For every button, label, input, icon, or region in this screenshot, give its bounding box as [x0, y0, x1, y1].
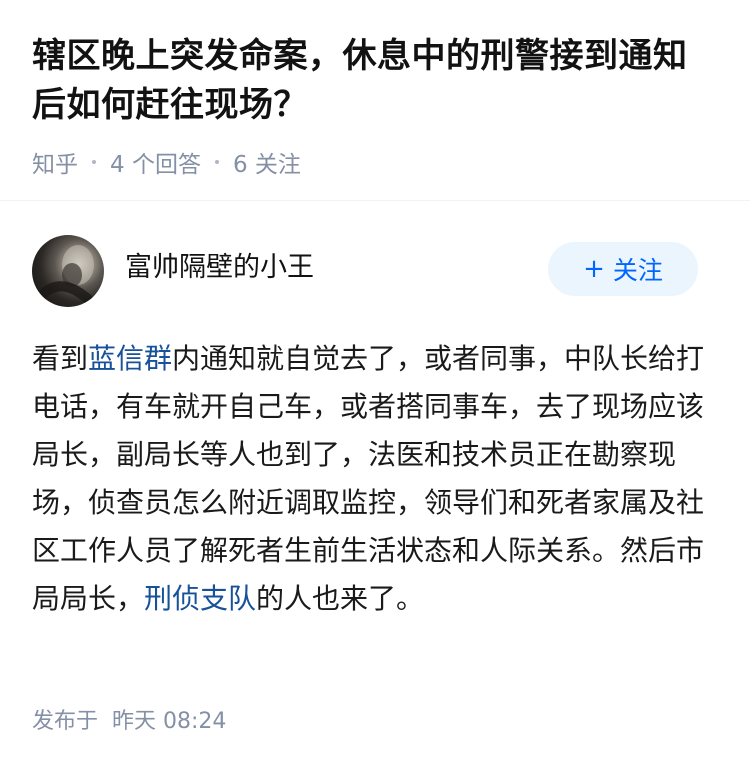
follow-button[interactable]: + 关注 [548, 242, 698, 296]
answer-text-segment: 的人也来了。 [256, 582, 425, 615]
follower-count: 6 关注 [232, 152, 301, 178]
keyword-link[interactable]: 蓝信群 [88, 342, 172, 375]
question-meta: 知乎 4 个回答 6 关注 [32, 146, 718, 178]
answer-count[interactable]: 4 个回答 [110, 145, 201, 179]
answer-card: 富帅隔壁的小王 + 关注 看到蓝信群内通知就自觉去了，或者同事，中队长给打电话，… [0, 232, 750, 734]
author-name[interactable]: 富帅隔壁的小王 [125, 250, 314, 286]
separator-dot [92, 160, 96, 164]
follow-button-label: 关注 [612, 256, 663, 285]
publish-time: 昨天 08:24 [112, 709, 227, 734]
plus-icon: + [583, 254, 605, 284]
question-header: 辖区晚上突发命案，休息中的刑警接到通知后如何赶往现场？ 知乎 4 个回答 6 关… [0, 0, 750, 178]
keyword-link[interactable]: 刑侦支队 [144, 582, 256, 615]
answer-text-segment: 内通知就自觉去了，或者同事，中队长给打电话，有车就开自己车，或者搭同事车，去了现… [32, 342, 705, 615]
answer-text-segment: 看到 [32, 342, 89, 375]
question-title[interactable]: 辖区晚上突发命案，休息中的刑警接到通知后如何赶往现场？ [32, 32, 718, 130]
avatar-image-icon [38, 245, 94, 305]
source-label[interactable]: 知乎 [32, 145, 78, 179]
separator-dot [214, 160, 219, 164]
section-divider [0, 200, 750, 201]
publish-label: 发布于 [32, 709, 99, 734]
author-avatar[interactable] [32, 235, 104, 307]
publish-info: 发布于 昨天 08:24 [32, 707, 226, 737]
answer-content: 看到蓝信群内通知就自觉去了，或者同事，中队长给打电话，有车就开自己车，或者搭同事… [32, 335, 718, 623]
author-row: 富帅隔壁的小王 + 关注 [0, 232, 750, 307]
